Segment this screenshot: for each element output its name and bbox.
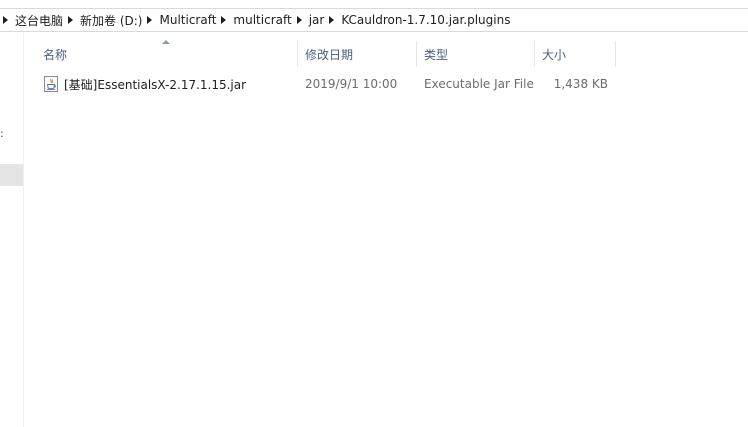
column-header-size[interactable]: 大小 <box>535 41 616 67</box>
column-header-name[interactable]: 名称 <box>36 40 298 67</box>
chevron-right-icon[interactable] <box>147 16 153 24</box>
column-header-name-label: 名称 <box>43 47 68 62</box>
column-header-type[interactable]: 类型 <box>417 41 535 67</box>
chevron-right-icon[interactable] <box>3 16 8 24</box>
breadcrumb-item-jar[interactable]: jar <box>309 13 325 27</box>
breadcrumb-item-plugins[interactable]: KCauldron-1.7.10.jar.plugins <box>341 13 510 27</box>
file-type: Executable Jar File <box>424 77 534 91</box>
column-header-date-label: 修改日期 <box>305 47 354 62</box>
chevron-right-icon[interactable] <box>221 16 227 24</box>
breadcrumb-item-this-pc[interactable]: 这台电脑 <box>15 12 63 29</box>
chevron-right-icon[interactable] <box>68 16 74 24</box>
file-name-cell[interactable]: [基础]EssentialsX-2.17.1.15.jar <box>36 76 298 93</box>
navigation-pane[interactable]: : <box>0 33 24 427</box>
breadcrumb-item-multicraft-sub[interactable]: multicraft <box>233 13 291 27</box>
breadcrumb-item-drive-d[interactable]: 新加卷 (D:) <box>80 12 142 29</box>
chevron-right-icon[interactable] <box>329 16 335 24</box>
breadcrumb-item-multicraft[interactable]: Multicraft <box>159 13 216 27</box>
column-header-date[interactable]: 修改日期 <box>298 41 417 67</box>
file-list: [基础]EssentialsX-2.17.1.15.jar 2019/9/1 1… <box>36 72 616 96</box>
address-bar[interactable]: 这台电脑 新加卷 (D:) Multicraft multicraft jar … <box>0 8 748 32</box>
column-header-size-label: 大小 <box>542 47 567 62</box>
file-row[interactable]: [基础]EssentialsX-2.17.1.15.jar 2019/9/1 1… <box>36 72 616 96</box>
file-name: [基础]EssentialsX-2.17.1.15.jar <box>64 77 247 92</box>
column-header: 名称 修改日期 类型 大小 <box>36 40 616 67</box>
file-size: 1,438 KB <box>553 77 608 91</box>
java-jar-icon <box>44 76 58 92</box>
sort-ascending-icon <box>162 40 170 44</box>
nav-partial-label: : <box>0 127 4 140</box>
column-header-type-label: 类型 <box>424 47 449 62</box>
chevron-right-icon[interactable] <box>296 16 302 24</box>
nav-selected-item[interactable] <box>0 164 23 186</box>
file-explorer-window: 这台电脑 新加卷 (D:) Multicraft multicraft jar … <box>0 0 748 427</box>
file-date: 2019/9/1 10:00 <box>305 77 398 91</box>
